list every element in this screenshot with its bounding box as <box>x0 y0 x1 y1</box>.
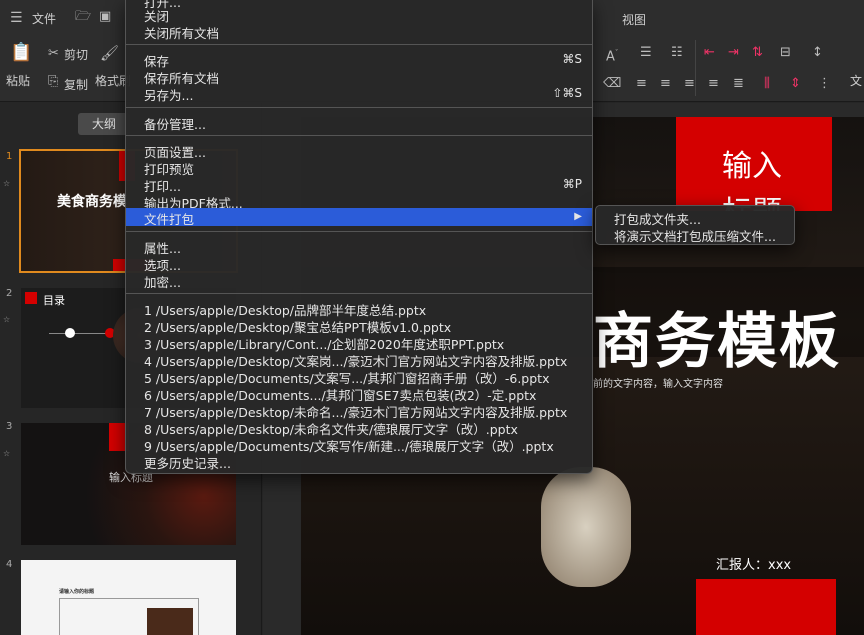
save-icon[interactable]: ▣ <box>99 10 111 24</box>
eraser-icon[interactable]: ⌫ <box>603 77 621 91</box>
sake-barrel <box>541 467 631 587</box>
font-size-icon[interactable]: Aˇ <box>606 46 618 64</box>
align-text-icon[interactable]: ⊟ <box>780 46 791 60</box>
menu-item-save-as[interactable]: 另存为... <box>144 85 193 104</box>
copy-icon[interactable]: ⎘ <box>48 75 58 89</box>
align-center-icon[interactable]: ≡ <box>660 77 671 91</box>
menu-item-backup[interactable]: 备份管理... <box>144 114 206 133</box>
star-icon: ☆ <box>3 449 11 458</box>
menu-item-more-history[interactable]: 更多历史记录... <box>144 453 231 472</box>
save-shortcut: ⌘S <box>562 52 582 66</box>
thumb-title: 目录 <box>43 294 65 307</box>
main-title: 商务模板 <box>593 307 841 377</box>
red-square <box>25 292 37 304</box>
title-box-line1: 输入 <box>722 149 782 184</box>
file-menu-button[interactable]: 文件 <box>32 10 56 27</box>
print-shortcut: ⌘P <box>562 177 582 191</box>
star-icon: ☆ <box>3 315 11 324</box>
view-tab[interactable]: 视图 <box>622 11 646 28</box>
menu-item-encrypt[interactable]: 加密... <box>144 272 181 291</box>
timeline-dot <box>65 328 75 338</box>
paste-icon[interactable]: 📋 <box>10 44 32 62</box>
title-red-box: 输入 标题 <box>676 117 832 211</box>
slide-number: 2 <box>6 288 13 299</box>
slide-number: 1 <box>6 151 13 162</box>
file-dropdown-menu: 打开... 关闭 关闭所有文档 保存 ⌘S 保存所有文档 另存为... ⇧⌘S … <box>125 0 593 474</box>
format-painter-icon[interactable]: 🖌 <box>100 46 119 61</box>
slide-thumbnail-4[interactable]: 请输入你的标题 <box>21 560 236 635</box>
outline-tab[interactable]: 大纲 <box>78 113 130 135</box>
bottom-red-box <box>696 579 836 635</box>
wps-presentation-window: ☰ 文件 🗁 ▣ 视图 📋 粘贴 ✂ 剪切 ⎘ 复制 🖌 格式刷 Aˇ ☰ ☷ … <box>0 0 864 635</box>
submenu-item-package-zip[interactable]: 将演示文档打包成压缩文件... <box>614 226 776 245</box>
paste-button[interactable]: 粘贴 <box>6 72 30 89</box>
text-direction-icon[interactable]: ⇅ <box>752 46 763 60</box>
align-left-icon[interactable]: ≡ <box>636 77 647 91</box>
star-icon: ☆ <box>3 179 11 188</box>
more-icon[interactable]: ⋮ <box>818 77 831 91</box>
menu-item-package[interactable]: 文件打包 <box>144 209 194 228</box>
line-spacing-icon[interactable]: ↕ <box>812 46 823 60</box>
columns-icon[interactable]: ⫼ <box>764 77 770 91</box>
open-folder-icon[interactable]: 🗁 <box>75 10 91 24</box>
thumb-title: 请输入你的标题 <box>59 589 95 595</box>
align-right-icon[interactable]: ≡ <box>684 77 695 91</box>
numbering-icon[interactable]: ☷ <box>671 46 683 60</box>
justify-icon[interactable]: ≡ <box>708 77 719 91</box>
bullets-icon[interactable]: ☰ <box>640 46 652 60</box>
hamburger-menu-icon[interactable]: ☰ <box>10 11 23 25</box>
save-as-shortcut: ⇧⌘S <box>552 86 582 100</box>
package-submenu: 打包成文件夹... 将演示文档打包成压缩文件... <box>595 205 795 245</box>
cut-button[interactable]: 剪切 <box>64 46 88 63</box>
submenu-arrow-icon: ▶ <box>574 211 582 222</box>
slide-number: 4 <box>6 559 13 570</box>
food-image <box>147 608 193 635</box>
menu-item-close-all[interactable]: 关闭所有文档 <box>144 23 219 42</box>
slide-number: 3 <box>6 421 13 432</box>
increase-indent-icon[interactable]: ⇥ <box>728 46 739 60</box>
text-tab-partial[interactable]: 文 <box>850 72 862 89</box>
subtitle: 前的文字内容，输入文字内容 <box>593 379 723 390</box>
decrease-indent-icon[interactable]: ⇤ <box>704 46 715 60</box>
reporter-label: 汇报人：xxx <box>716 558 792 573</box>
thumb-title: 美食商务模 <box>57 194 127 210</box>
scissors-icon[interactable]: ✂ <box>48 47 59 61</box>
copy-button[interactable]: 复制 <box>64 76 88 93</box>
menu-highlight <box>126 208 592 226</box>
para-spacing-icon[interactable]: ⇕ <box>790 77 801 91</box>
distribute-icon[interactable]: ≣ <box>733 77 744 91</box>
